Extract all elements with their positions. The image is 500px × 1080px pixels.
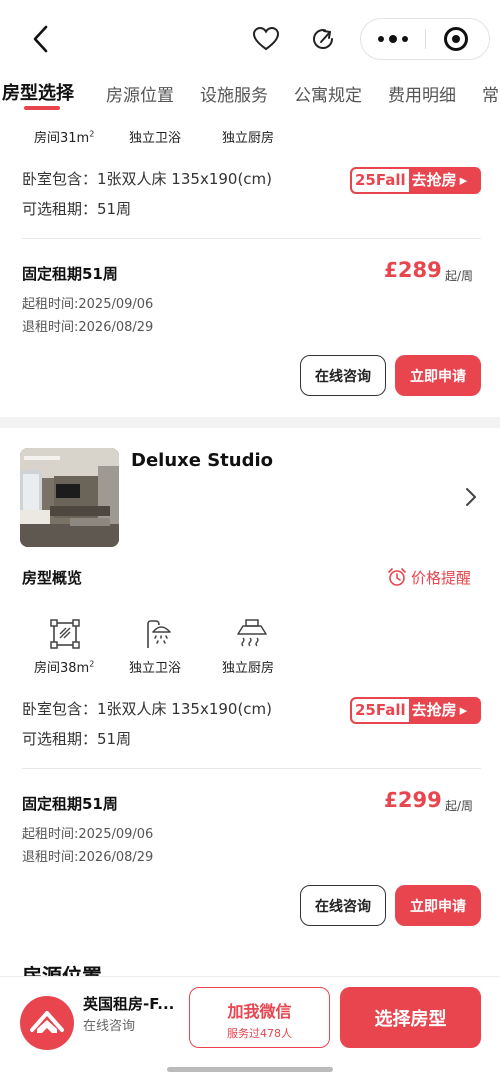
room1-lease-options: 可选租期：51周 <box>22 200 132 218</box>
room2-apply-button[interactable]: 立即申请 <box>395 885 481 926</box>
brand-online-consult[interactable]: 在线咨询 <box>83 1015 135 1034</box>
room2-price-unit: 起/周 <box>445 799 474 813</box>
room1-bathroom-label: 独立卫浴 <box>129 131 182 146</box>
miniprogram-capsule <box>360 18 490 60</box>
room1-consult-button[interactable]: 在线咨询 <box>300 355 386 396</box>
alarm-clock-icon <box>388 568 406 586</box>
favorite-heart-icon[interactable] <box>252 26 280 52</box>
room2-area-label: 房间38m2 <box>34 659 95 676</box>
room2-lease-options: 可选租期：51周 <box>22 730 132 748</box>
room2-bathroom-label: 独立卫浴 <box>129 661 182 676</box>
add-wechat-button[interactable]: 加我微信 服务过478人 <box>189 987 330 1048</box>
room2-end-date: 退租时间:2026/08/29 <box>22 850 154 865</box>
capsule-divider <box>425 29 426 49</box>
card-separator <box>0 417 500 428</box>
more-options-icon[interactable] <box>361 19 425 59</box>
room1-promo-badge[interactable]: 25Fall 去抢房 ▸ <box>350 167 481 194</box>
room2-name[interactable]: Deluxe Studio <box>131 450 273 471</box>
badge-arrow-icon: ▸ <box>459 171 468 189</box>
brand-name[interactable]: 英国租房-F... <box>83 993 174 1014</box>
tab-room-selection[interactable]: 房型选择 <box>2 79 74 105</box>
room2-kitchen-label: 独立厨房 <box>222 661 275 676</box>
tab-rules[interactable]: 公寓规定 <box>294 81 362 106</box>
active-tab-indicator <box>24 106 60 110</box>
choose-room-button[interactable]: 选择房型 <box>340 987 481 1048</box>
kitchen-hood-icon <box>237 619 267 647</box>
room2-start-date: 起租时间:2025/09/06 <box>22 827 154 842</box>
room2-promo-badge[interactable]: 25Fall 去抢房 ▸ <box>350 697 481 724</box>
shower-icon <box>147 620 171 648</box>
room2-overview-title: 房型概览 <box>22 569 83 587</box>
tab-fees[interactable]: 费用明细 <box>388 81 456 106</box>
tab-location[interactable]: 房源位置 <box>106 81 174 106</box>
close-miniprogram-icon[interactable] <box>444 27 468 51</box>
section-tabs: 房型选择 房源位置 设施服务 公寓规定 费用明细 常见 <box>0 75 500 115</box>
brand-logo[interactable] <box>20 996 74 1050</box>
bottom-action-bar: 英国租房-F... 在线咨询 加我微信 服务过478人 选择房型 <box>0 976 500 1080</box>
room1-kitchen-label: 独立厨房 <box>222 131 275 146</box>
room2-price-alert-button[interactable]: 价格提醒 <box>387 566 471 588</box>
house-logo-icon <box>30 1011 64 1033</box>
share-icon[interactable] <box>310 25 338 53</box>
room1-price-unit: 起/周 <box>445 269 474 283</box>
room1-bedroom-info: 卧室包含：1张双人床 135x190(cm) <box>22 170 273 188</box>
room2-lease-title: 固定租期51周 <box>22 795 118 813</box>
tab-faq[interactable]: 常见 <box>482 81 500 106</box>
room2-photo[interactable] <box>20 448 119 547</box>
room1-area-label: 房间31m2 <box>34 129 95 146</box>
room-photo-image <box>20 448 119 547</box>
room2-consult-button[interactable]: 在线咨询 <box>300 885 386 926</box>
room1-end-date: 退租时间:2026/08/29 <box>22 320 154 335</box>
divider <box>22 238 481 239</box>
room1-apply-button[interactable]: 立即申请 <box>395 355 481 396</box>
back-arrow-icon[interactable] <box>28 22 56 56</box>
room-area-icon <box>50 619 80 649</box>
badge-arrow-icon: ▸ <box>459 701 468 719</box>
chevron-right-icon[interactable] <box>462 486 480 508</box>
top-bar <box>0 0 500 75</box>
room2-price: £299 <box>384 788 442 812</box>
room2-bedroom-info: 卧室包含：1张双人床 135x190(cm) <box>22 700 273 718</box>
location-section-title: 房源位置 <box>22 964 102 976</box>
room1-lease-title: 固定租期51周 <box>22 265 118 283</box>
home-indicator[interactable] <box>167 1067 333 1072</box>
room1-start-date: 起租时间:2025/09/06 <box>22 297 154 312</box>
room1-price: £289 <box>384 258 442 282</box>
divider <box>22 768 481 769</box>
tab-facilities[interactable]: 设施服务 <box>200 81 268 106</box>
